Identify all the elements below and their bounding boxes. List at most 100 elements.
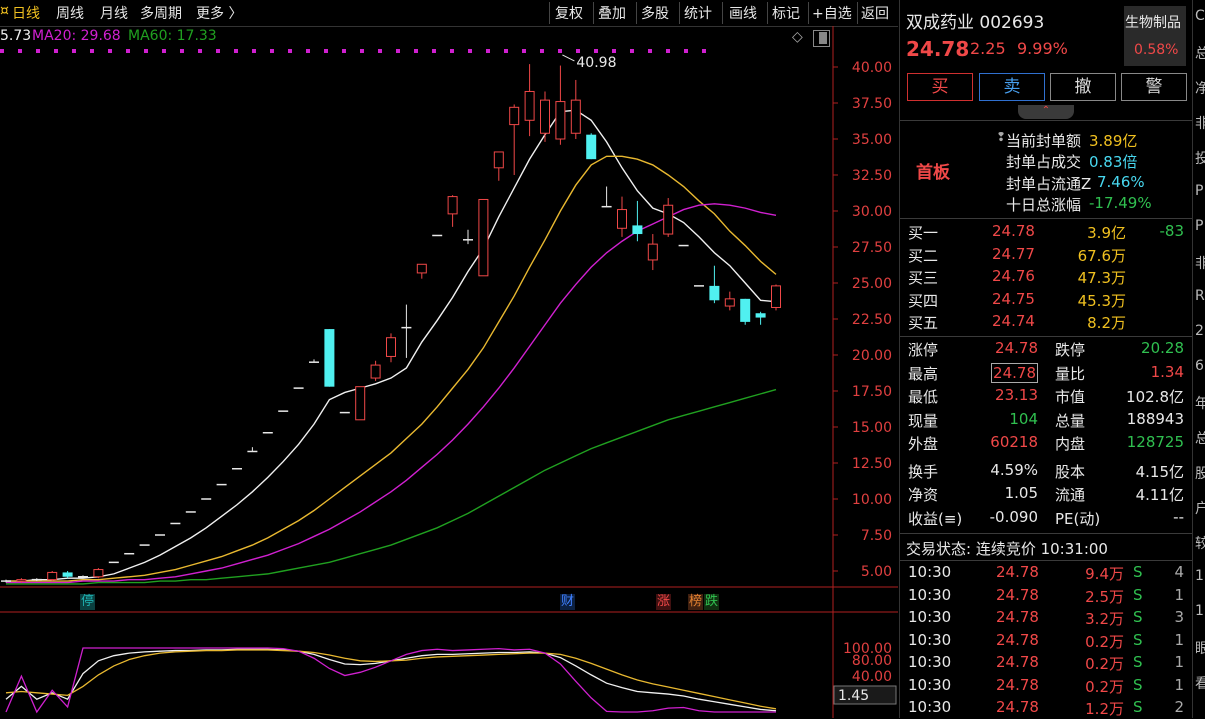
trade-status: 交易状态: 连续竞价 10:31:00	[906, 540, 1108, 558]
price-change: 2.25	[970, 39, 1006, 58]
tick-price: 24.78	[996, 630, 1039, 649]
edge-clipped-text: 非	[1195, 116, 1205, 132]
stat-value: 1.05	[1004, 484, 1038, 502]
stat-label: 涨停	[908, 341, 939, 359]
y-tick-label: 25.00	[852, 276, 892, 292]
ma-line-ma60	[6, 203, 777, 584]
y-tick-label: 37.50	[852, 96, 892, 112]
edge-clipped-text: P	[1195, 183, 1204, 199]
edge-clipped-text: R	[1195, 288, 1205, 304]
y-tick-label: 32.50	[852, 168, 892, 184]
stat-value: 104	[1009, 409, 1038, 428]
stat-label: 跌停	[1055, 341, 1086, 359]
btn-stats[interactable]: 统计	[684, 3, 712, 23]
candle-body-up	[416, 263, 427, 274]
indicator-tick-label: 80.00	[852, 653, 892, 669]
tick-volume: 0.2万	[1085, 655, 1124, 673]
tab-daily[interactable]: 日线	[12, 3, 40, 23]
event-mark-dragon-tiger[interactable]: 榜	[688, 594, 704, 610]
tick-time: 10:30	[908, 653, 952, 671]
candle-body-down	[586, 134, 597, 160]
ten-day-change-value: -17.49%	[1089, 194, 1152, 212]
event-mark-halt[interactable]: 停	[80, 594, 96, 610]
stat-label: 现量	[908, 411, 939, 430]
orderbook-price: 24.76	[992, 267, 1035, 285]
edge-clipped-text: 2	[1195, 323, 1204, 339]
candle-body-down	[632, 225, 643, 235]
info-pin-icon: ❢	[996, 130, 1007, 144]
indicator-line-d	[5, 649, 777, 710]
btn-mark[interactable]: 标记	[772, 3, 800, 23]
candle-body-up	[447, 196, 458, 215]
tick-side: S	[1133, 675, 1143, 694]
sector-badge[interactable]: 生物制品 0.58%	[1124, 6, 1186, 66]
tab-more[interactable]: 更多 〉	[196, 3, 242, 23]
tick-side: S	[1133, 630, 1143, 649]
orderbook-delta: -83	[1159, 222, 1185, 240]
indicator-current-value: 1.45	[838, 688, 869, 704]
btn-back[interactable]: 返回	[861, 3, 889, 23]
candle-body-down	[740, 298, 751, 322]
buy-button[interactable]: 买	[907, 73, 973, 101]
event-mark-limit-up[interactable]: 涨	[656, 594, 672, 610]
seal-vs-float-label: 封单占流通Z	[1006, 175, 1092, 193]
toolbar-divider	[808, 2, 809, 24]
edge-clipped-text: 较	[1195, 536, 1205, 552]
collapse-chevron-icon[interactable]: ⌃	[1018, 105, 1074, 119]
stat-label: 换手	[908, 462, 939, 481]
edge-clipped-text: 净	[1195, 81, 1205, 97]
tick-time: 10:30	[908, 585, 952, 604]
edge-clipped-text: P	[1195, 218, 1204, 234]
tick-count: 2	[1174, 698, 1184, 716]
edge-clipped-text: 年	[1195, 396, 1205, 412]
seal-vs-float-value: 7.46%	[1097, 173, 1145, 191]
orderbook-volume: 8.2万	[1087, 314, 1126, 332]
btn-draw[interactable]: 画线	[729, 3, 757, 23]
toolbar-edge-glyph: ¤	[0, 3, 9, 19]
orderbook-level-label: 买一	[908, 224, 939, 242]
stat-value: 23.13	[995, 386, 1038, 404]
stock-name-code: 双成药业 002693	[906, 13, 1045, 33]
tick-volume: 3.2万	[1085, 610, 1124, 628]
alert-button[interactable]: 警	[1121, 73, 1187, 101]
stat-value: 128725	[1126, 433, 1184, 451]
sector-name: 生物制品	[1125, 15, 1181, 31]
event-mark-limit-down[interactable]: 跌	[704, 594, 720, 610]
candle-body-up	[386, 337, 396, 357]
tick-volume: 9.4万	[1085, 565, 1124, 583]
seal-amount-label: 当前封单额	[1006, 132, 1082, 150]
y-tick-label: 27.50	[852, 240, 892, 256]
last-price: 24.78	[906, 37, 970, 61]
cancel-order-button[interactable]: 撤	[1050, 73, 1116, 101]
stat-value: 4.59%	[990, 460, 1038, 479]
orderbook-price: 24.74	[992, 312, 1035, 330]
candle-body-down	[324, 329, 335, 387]
btn-add-watchlist[interactable]: +自选	[812, 3, 852, 23]
event-mark-financial[interactable]: 财	[560, 594, 576, 610]
edge-clipped-text: 眼	[1195, 641, 1205, 657]
stat-value: 20.28	[1141, 339, 1184, 357]
btn-overlay[interactable]: 叠加	[598, 3, 626, 23]
seal-amount-value: 3.89亿	[1089, 132, 1138, 150]
tick-price: 24.78	[996, 585, 1039, 604]
tick-count: 1	[1174, 630, 1184, 649]
tick-time: 10:30	[908, 630, 952, 649]
orderbook-level-label: 买二	[908, 246, 939, 265]
sell-button[interactable]: 卖	[979, 73, 1045, 101]
btn-fuquan[interactable]: 复权	[555, 3, 583, 23]
tick-side: S	[1133, 563, 1143, 581]
ma-line-ma120	[6, 388, 777, 585]
tab-multi-period[interactable]: 多周期	[140, 3, 182, 23]
y-tick-label: 40.00	[852, 60, 892, 76]
stat-value: 4.11亿	[1135, 486, 1184, 504]
candle-body-down	[709, 285, 720, 301]
tick-side: S	[1133, 653, 1143, 671]
stat-value: 60218	[990, 433, 1038, 451]
stat-label: 总量	[1055, 411, 1086, 430]
btn-multi-stock[interactable]: 多股	[641, 3, 669, 23]
stat-label: 量比	[1055, 364, 1086, 383]
tab-weekly[interactable]: 周线	[56, 3, 84, 23]
toolbar-divider	[767, 2, 768, 24]
kline-chart[interactable]: 40.00 37.50 35.00 32.50 30.00 27.50 25.00 22.50…	[0, 26, 898, 718]
tab-monthly[interactable]: 月线	[100, 3, 128, 23]
